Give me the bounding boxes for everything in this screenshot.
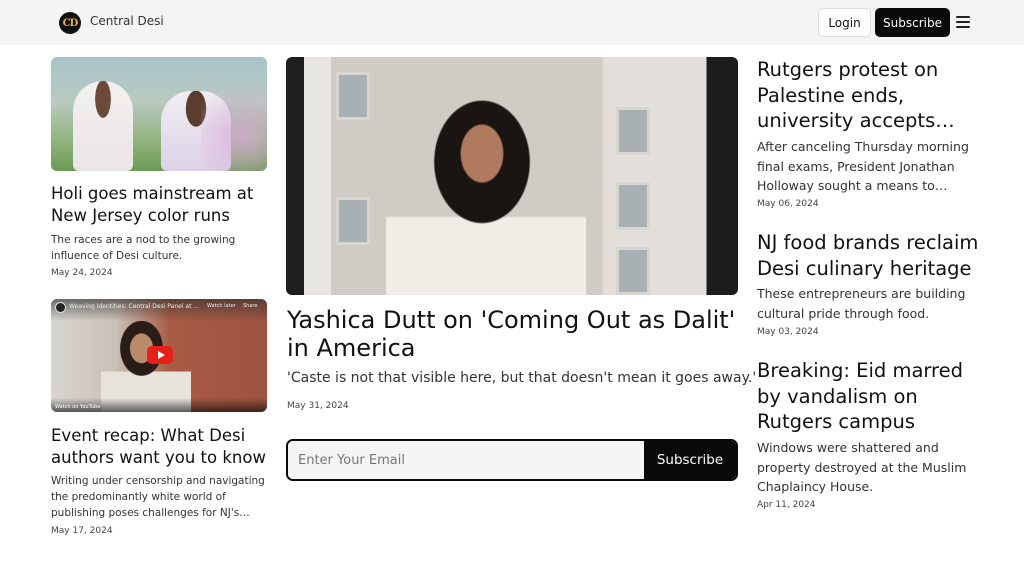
newsletter-subscribe-button[interactable]: Subscribe <box>644 441 736 479</box>
hamburger-menu-icon[interactable] <box>956 16 970 28</box>
channel-avatar-icon <box>55 302 66 313</box>
event-recap-date: May 17, 2024 <box>51 526 113 536</box>
share-label[interactable]: Share <box>243 303 257 309</box>
event-recap-description: Writing under censorship and navigating … <box>51 475 265 519</box>
site-header: CD Central Desi Login Subscribe <box>0 0 1024 45</box>
email-input[interactable] <box>288 441 644 479</box>
rutgers-protest-title[interactable]: Rutgers protest on Palestine ends, unive… <box>757 57 987 134</box>
site-logo[interactable]: CD <box>59 12 81 34</box>
site-name[interactable]: Central Desi <box>90 14 164 28</box>
food-brands-description: These entrepreneurs are building cultura… <box>757 286 966 321</box>
holi-article-description: The races are a nod to the growing influ… <box>51 234 236 262</box>
hero-article-date: May 31, 2024 <box>287 401 349 411</box>
subscribe-button[interactable]: Subscribe <box>875 8 950 37</box>
newsletter-form: Subscribe <box>286 439 738 481</box>
hero-article-quote: 'Caste is not that visible here, but tha… <box>287 370 757 386</box>
watch-later-label[interactable]: Watch later <box>207 303 236 309</box>
logo-mark: CD <box>62 17 79 29</box>
watch-on-youtube-label[interactable]: Watch on YouTube <box>55 404 100 410</box>
hero-article-title[interactable]: Yashica Dutt on 'Coming Out as Dalit' in… <box>287 306 739 362</box>
food-brands-title[interactable]: NJ food brands reclaim Desi culinary her… <box>757 230 987 281</box>
holi-article-image[interactable] <box>51 57 267 171</box>
holi-article-date: May 24, 2024 <box>51 268 113 278</box>
eid-vandalism-title[interactable]: Breaking: Eid marred by vandalism on Rut… <box>757 358 987 435</box>
hero-article-image[interactable] <box>286 57 738 295</box>
eid-vandalism-date: Apr 11, 2024 <box>757 500 816 510</box>
food-brands-date: May 03, 2024 <box>757 327 819 337</box>
video-title: Weaving Identities: Central Desi Panel a… <box>69 303 200 310</box>
event-recap-title[interactable]: Event recap: What Desi authors want you … <box>51 425 267 469</box>
eid-vandalism-description: Windows were shattered and property dest… <box>757 440 967 494</box>
rutgers-protest-date: May 06, 2024 <box>757 199 819 209</box>
login-button[interactable]: Login <box>818 8 871 37</box>
rutgers-protest-description: After canceling Thursday morning final e… <box>757 139 969 193</box>
event-recap-video[interactable]: Weaving Identities: Central Desi Panel a… <box>51 299 267 412</box>
play-icon[interactable] <box>147 346 173 364</box>
holi-article-title[interactable]: Holi goes mainstream at New Jersey color… <box>51 183 267 227</box>
